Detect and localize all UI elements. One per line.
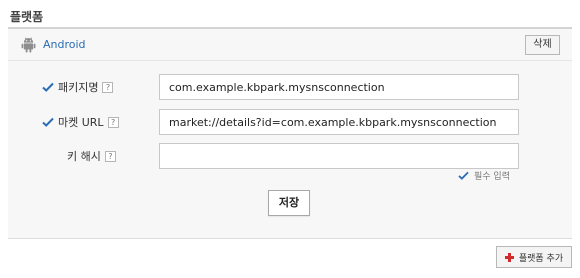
required-note: 필수 입력 <box>458 169 510 182</box>
package-name-input[interactable] <box>159 74 519 100</box>
platform-name: Android <box>43 38 86 51</box>
market-url-label-text: 마켓 URL <box>58 116 104 129</box>
key-hash-input[interactable] <box>159 143 519 169</box>
key-hash-label-text: 키 해시 <box>67 150 101 163</box>
key-hash-label: 키 해시 ? <box>67 148 116 164</box>
save-button[interactable]: 저장 <box>268 190 310 216</box>
market-url-label: 마켓 URL ? <box>42 114 119 130</box>
market-url-row: 마켓 URL ? <box>8 109 572 135</box>
key-hash-row: 키 해시 ? <box>8 143 572 169</box>
package-name-row: 패키지명 ? <box>8 74 572 100</box>
section-title: 플랫폼 <box>10 10 44 24</box>
required-check-icon <box>42 82 54 92</box>
delete-platform-button[interactable]: 삭제 <box>525 35 560 55</box>
add-platform-label: 플랫폼 추가 <box>518 253 564 264</box>
required-check-icon <box>458 171 469 180</box>
package-name-label: 패키지명 ? <box>42 79 114 95</box>
required-check-icon <box>42 117 54 127</box>
platform-panel: Android 삭제 패키지명 ? 마켓 URL ? 키 해시 ? 필수 입력 … <box>8 29 572 239</box>
help-icon[interactable]: ? <box>107 116 119 128</box>
help-icon[interactable]: ? <box>104 150 116 162</box>
market-url-input[interactable] <box>159 109 519 135</box>
android-icon <box>21 37 36 53</box>
required-note-text: 필수 입력 <box>474 172 510 182</box>
package-name-label-text: 패키지명 <box>58 81 99 94</box>
add-platform-button[interactable]: 플랫폼 추가 <box>496 246 572 268</box>
plus-icon <box>504 252 514 262</box>
platform-header: Android 삭제 <box>8 29 572 61</box>
help-icon[interactable]: ? <box>102 81 114 93</box>
